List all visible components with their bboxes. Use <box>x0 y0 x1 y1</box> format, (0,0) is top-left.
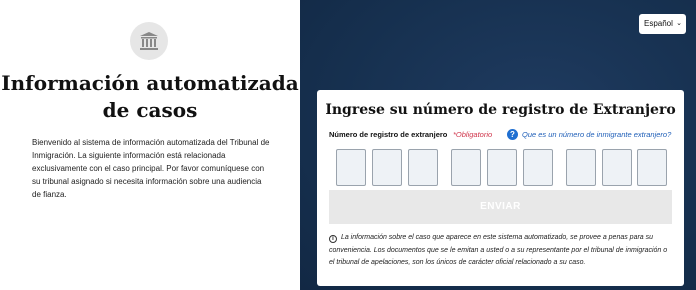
digit-input-9[interactable] <box>637 149 667 186</box>
welcome-text: Bienvenido al sistema de información aut… <box>32 138 270 199</box>
page-title: Información automatizada de casos <box>1 71 299 122</box>
courthouse-logo <box>130 22 168 60</box>
help-link[interactable]: Que es un número de inmigrante extranjer… <box>522 130 671 139</box>
alien-number-form: Ingrese su número de registro de Extranj… <box>317 90 684 286</box>
digit-input-8[interactable] <box>602 149 632 186</box>
digit-input-7[interactable] <box>566 149 596 186</box>
digit-input-6[interactable] <box>523 149 553 186</box>
submit-button[interactable]: ENVIAR <box>329 190 672 224</box>
info-text: La información sobre el caso que aparece… <box>329 234 668 266</box>
form-title: Ingrese su número de registro de Extranj… <box>325 102 676 118</box>
language-selected: Español <box>644 19 673 28</box>
info-icon: i <box>329 235 337 243</box>
courthouse-icon <box>140 32 158 50</box>
digit-input-3[interactable] <box>408 149 438 186</box>
intro-panel: Información automatizada de casos Bienve… <box>0 0 300 290</box>
language-select[interactable]: Español ⌄ <box>639 14 686 34</box>
help-icon[interactable]: ? <box>507 129 518 140</box>
digit-input-4[interactable] <box>451 149 481 186</box>
digit-input-2[interactable] <box>372 149 402 186</box>
digit-input-5[interactable] <box>487 149 517 186</box>
info-notice: i La información sobre el caso que apare… <box>329 232 674 270</box>
field-label: Número de registro de extranjero <box>329 130 448 139</box>
required-label: *Obligatorio <box>453 130 493 139</box>
chevron-down-icon: ⌄ <box>676 20 682 27</box>
digit-input-1[interactable] <box>336 149 366 186</box>
